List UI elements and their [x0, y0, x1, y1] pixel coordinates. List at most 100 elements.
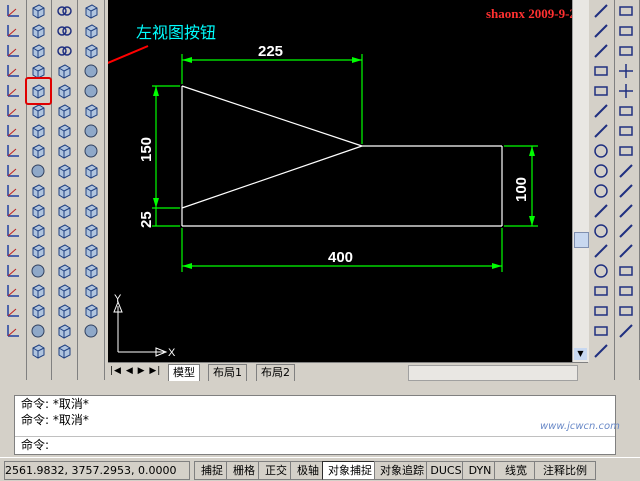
tb3-tool-ring-icon[interactable] — [54, 42, 74, 60]
tb3-tool-cube-icon[interactable] — [54, 182, 74, 200]
tbr2-tool-line-icon[interactable] — [616, 222, 636, 240]
tb3-tool-cube-icon[interactable] — [54, 122, 74, 140]
tbr1-tool-line-icon[interactable] — [591, 122, 611, 140]
tb3-tool-cube-icon[interactable] — [54, 142, 74, 160]
tb4-tool-cube-icon[interactable] — [81, 242, 101, 260]
status-toggle-7[interactable]: DYN — [462, 461, 498, 480]
tbr1-tool-circle-icon[interactable] — [591, 162, 611, 180]
tb1-tool-axis-icon[interactable] — [3, 142, 23, 160]
tb4-tool-sphere-icon[interactable] — [81, 142, 101, 160]
tbr2-tool-line-icon[interactable] — [616, 182, 636, 200]
tbr2-tool-rect-icon[interactable] — [616, 102, 636, 120]
tbr2-tool-rect-icon[interactable] — [616, 42, 636, 60]
tb2-tool-cube-icon[interactable] — [28, 22, 48, 40]
tb2-tool-sphere-icon[interactable] — [28, 162, 48, 180]
status-toggle-6[interactable]: DUCS — [426, 461, 466, 480]
tbr1-tool-rect-icon[interactable] — [591, 62, 611, 80]
tb1-tool-axis-icon[interactable] — [3, 82, 23, 100]
tb2-tool-cube-icon[interactable] — [28, 182, 48, 200]
tbr2-tool-rect-icon[interactable] — [616, 302, 636, 320]
tbr2-tool-line-icon[interactable] — [616, 162, 636, 180]
tbr2-tool-line-icon[interactable] — [616, 202, 636, 220]
tb4-tool-cube-icon[interactable] — [81, 2, 101, 20]
tbr1-tool-circle-icon[interactable] — [591, 262, 611, 280]
tb3-tool-cube-icon[interactable] — [54, 242, 74, 260]
tb2-tool-cube-icon[interactable] — [28, 2, 48, 20]
tb3-tool-cube-icon[interactable] — [54, 282, 74, 300]
tb1-tool-axis-icon[interactable] — [3, 302, 23, 320]
tb2-tool-cube-icon[interactable] — [28, 302, 48, 320]
tbr1-tool-circle-icon[interactable] — [591, 142, 611, 160]
status-toggle-9[interactable]: 注释比例 — [534, 461, 596, 480]
status-toggle-4[interactable]: 对象捕捉 — [322, 461, 378, 480]
tb2-tool-cube-icon[interactable] — [28, 202, 48, 220]
tb2-tool-cube-icon[interactable] — [28, 142, 48, 160]
tab-layout1[interactable]: 布局1 — [208, 364, 247, 382]
tbr2-tool-rect-icon[interactable] — [616, 122, 636, 140]
tb1-tool-axis-icon[interactable] — [3, 22, 23, 40]
vertical-scrollbar[interactable]: ▼ — [572, 0, 589, 362]
tb4-tool-cube-icon[interactable] — [81, 202, 101, 220]
tb3-tool-cube-icon[interactable] — [54, 222, 74, 240]
tab-layout2[interactable]: 布局2 — [256, 364, 295, 382]
tb3-tool-cube-icon[interactable] — [54, 302, 74, 320]
tb1-tool-axis-icon[interactable] — [3, 2, 23, 20]
status-toggle-2[interactable]: 正交 — [258, 461, 294, 480]
tbr2-tool-line-icon[interactable] — [616, 322, 636, 340]
tb4-tool-cube-icon[interactable] — [81, 102, 101, 120]
tb2-tool-cube-icon[interactable] — [28, 122, 48, 140]
tb4-tool-cube-icon[interactable] — [81, 222, 101, 240]
tbr2-tool-line-icon[interactable] — [616, 242, 636, 260]
tb3-tool-ring-icon[interactable] — [54, 2, 74, 20]
tbr2-tool-rect-icon[interactable] — [616, 262, 636, 280]
tb4-tool-cube-icon[interactable] — [81, 162, 101, 180]
tbr1-tool-line-icon[interactable] — [591, 22, 611, 40]
tab-model[interactable]: 模型 — [168, 364, 200, 382]
status-toggle-0[interactable]: 捕捉 — [194, 461, 230, 480]
status-toggle-3[interactable]: 极轴 — [290, 461, 326, 480]
tb4-tool-cube-icon[interactable] — [81, 302, 101, 320]
tb4-tool-cube-icon[interactable] — [81, 22, 101, 40]
tb1-tool-axis-icon[interactable] — [3, 182, 23, 200]
tb1-tool-axis-icon[interactable] — [3, 102, 23, 120]
tbr1-tool-rect-icon[interactable] — [591, 282, 611, 300]
tb1-tool-axis-icon[interactable] — [3, 242, 23, 260]
status-toggle-5[interactable]: 对象追踪 — [374, 461, 430, 480]
tb1-tool-axis-icon[interactable] — [3, 62, 23, 80]
tb2-tool-cube-icon[interactable] — [28, 222, 48, 240]
tb2-tool-sphere-icon[interactable] — [28, 262, 48, 280]
drawing-canvas[interactable]: shaonx 2009-9-27 左视图按钮 — [108, 0, 572, 362]
tb4-tool-cube-icon[interactable] — [81, 42, 101, 60]
tb4-tool-cube-icon[interactable] — [81, 282, 101, 300]
scroll-down-arrow-icon[interactable]: ▼ — [574, 348, 587, 360]
tb2-tool-cube-icon[interactable] — [28, 242, 48, 260]
tbr1-tool-line-icon[interactable] — [591, 342, 611, 360]
tb1-tool-axis-icon[interactable] — [3, 162, 23, 180]
tbr1-tool-circle-icon[interactable] — [591, 182, 611, 200]
tbr1-tool-line-icon[interactable] — [591, 2, 611, 20]
tb3-tool-cube-icon[interactable] — [54, 82, 74, 100]
tbr1-tool-rect-icon[interactable] — [591, 82, 611, 100]
tb1-tool-axis-icon[interactable] — [3, 282, 23, 300]
tb1-tool-axis-icon[interactable] — [3, 322, 23, 340]
tb1-tool-axis-icon[interactable] — [3, 262, 23, 280]
scroll-thumb[interactable] — [574, 232, 589, 248]
tb1-tool-axis-icon[interactable] — [3, 42, 23, 60]
tb3-tool-cube-icon[interactable] — [54, 162, 74, 180]
tb2-tool-sphere-icon[interactable] — [28, 322, 48, 340]
tb3-tool-cube-icon[interactable] — [54, 322, 74, 340]
tb1-tool-axis-icon[interactable] — [3, 222, 23, 240]
tbr2-tool-rect-icon[interactable] — [616, 2, 636, 20]
tbr2-tool-move-icon[interactable] — [616, 82, 636, 100]
tb3-tool-cube-icon[interactable] — [54, 342, 74, 360]
tbr1-tool-rect-icon[interactable] — [591, 322, 611, 340]
tb4-tool-cube-icon[interactable] — [81, 182, 101, 200]
tb4-tool-sphere-icon[interactable] — [81, 62, 101, 80]
tbr1-tool-line-icon[interactable] — [591, 202, 611, 220]
tbr1-tool-circle-icon[interactable] — [591, 222, 611, 240]
tb4-tool-sphere-icon[interactable] — [81, 122, 101, 140]
tb1-tool-axis-icon[interactable] — [3, 202, 23, 220]
status-toggle-1[interactable]: 栅格 — [226, 461, 262, 480]
tb3-tool-cube-icon[interactable] — [54, 262, 74, 280]
tbr2-tool-rect-icon[interactable] — [616, 22, 636, 40]
